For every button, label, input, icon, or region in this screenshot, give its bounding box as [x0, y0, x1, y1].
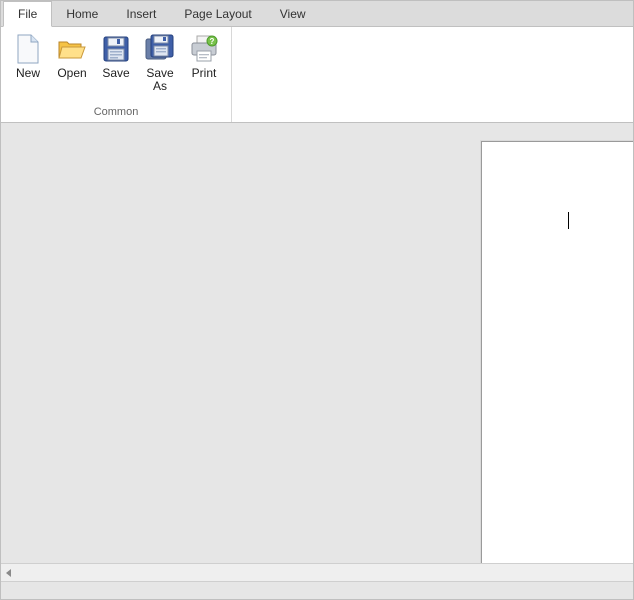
ribbon-panel: New Open [1, 27, 633, 123]
open-folder-icon [56, 33, 88, 65]
open-label: Open [57, 67, 86, 80]
text-caret [568, 212, 569, 229]
save-floppy-icon [100, 33, 132, 65]
ribbon-buttons: New Open [9, 31, 223, 95]
document-workspace[interactable] [1, 123, 633, 563]
save-as-label: Save As [146, 67, 173, 93]
ribbon-group-common: New Open [1, 27, 232, 122]
document-page[interactable] [481, 141, 633, 563]
ribbon-group-title: Common [9, 106, 223, 120]
print-button[interactable]: ? Print [185, 31, 223, 95]
tab-home[interactable]: Home [52, 2, 112, 26]
tab-insert[interactable]: Insert [112, 2, 170, 26]
svg-text:?: ? [210, 37, 215, 46]
new-document-icon [12, 33, 44, 65]
scroll-left-arrow-icon[interactable] [1, 565, 17, 581]
printer-icon: ? [188, 33, 220, 65]
tab-file[interactable]: File [3, 1, 52, 27]
save-label: Save [102, 67, 129, 80]
print-label: Print [192, 67, 217, 80]
save-button[interactable]: Save [97, 31, 135, 95]
open-button[interactable]: Open [53, 31, 91, 95]
new-button[interactable]: New [9, 31, 47, 95]
save-as-floppy-icon [144, 33, 176, 65]
status-bar [1, 581, 633, 599]
tab-view[interactable]: View [266, 2, 320, 26]
ribbon-tabstrip: File Home Insert Page Layout View [1, 1, 633, 27]
tab-page-layout[interactable]: Page Layout [170, 2, 265, 26]
scroll-track[interactable] [17, 565, 633, 581]
save-as-button[interactable]: Save As [141, 31, 179, 95]
new-label: New [16, 67, 40, 80]
horizontal-scrollbar[interactable] [1, 563, 633, 581]
